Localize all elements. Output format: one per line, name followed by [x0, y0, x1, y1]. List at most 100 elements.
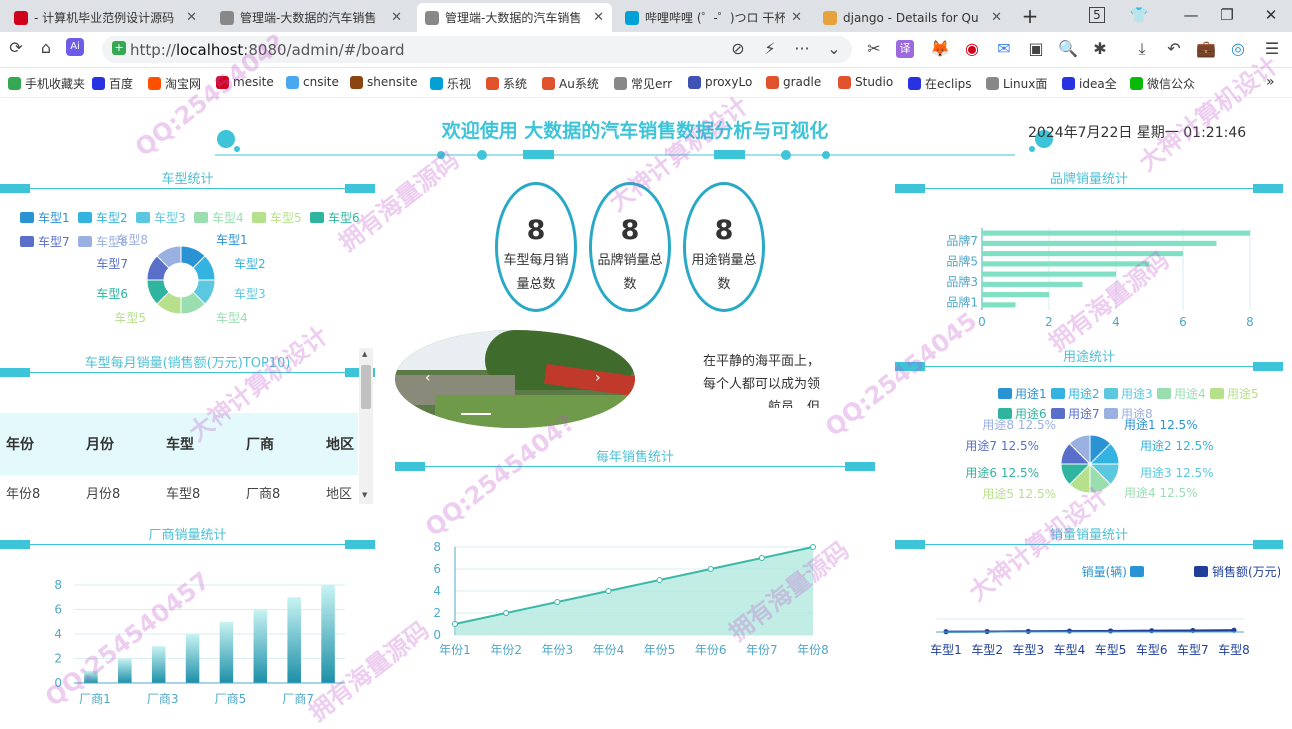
data-point[interactable] — [1066, 628, 1072, 634]
reload-icon[interactable]: ⟳ — [4, 36, 28, 60]
download-icon[interactable]: ⤓ — [1130, 37, 1154, 61]
legend-swatch[interactable] — [252, 212, 266, 223]
carousel-next-icon[interactable]: › — [595, 370, 601, 386]
bar[interactable] — [982, 240, 1217, 246]
home-icon[interactable]: ⌂ — [34, 36, 58, 60]
close-window-button[interactable]: ✕ — [1258, 3, 1284, 27]
bar[interactable] — [982, 251, 1183, 257]
data-point[interactable] — [656, 577, 663, 583]
maximize-button[interactable]: ❐ — [1214, 3, 1240, 27]
bookmark-item[interactable]: gradle — [766, 75, 821, 89]
translate-icon[interactable]: 译 — [896, 40, 914, 58]
bookmark-item[interactable]: 手机收藏夹 — [8, 75, 85, 92]
legend-swatch[interactable] — [78, 236, 92, 247]
scissors-icon[interactable]: ✂ — [862, 37, 886, 61]
bar[interactable] — [253, 609, 268, 684]
data-point[interactable] — [554, 599, 561, 605]
briefcase-icon[interactable]: 💼 — [1194, 37, 1218, 61]
zoom-icon[interactable]: 🔍 — [1056, 37, 1080, 61]
weibo-icon[interactable]: ◉ — [960, 37, 984, 61]
bar[interactable] — [982, 302, 1016, 308]
legend-swatch[interactable] — [136, 212, 150, 223]
browser-tab[interactable]: - 计算机毕业范例设计源码 ✕ — [6, 3, 205, 32]
url-text[interactable]: http://localhost:8080/admin/#/board — [130, 41, 405, 59]
bookmark-item[interactable]: 常见err — [614, 75, 672, 92]
bookmarks-overflow-icon[interactable]: » — [1266, 74, 1275, 90]
close-tab-icon[interactable]: ✕ — [791, 10, 802, 25]
data-point[interactable] — [707, 566, 714, 572]
minimize-button[interactable]: — — [1178, 3, 1204, 27]
more-icon[interactable]: ··· — [790, 37, 814, 61]
data-point[interactable] — [605, 588, 612, 594]
legend-swatch[interactable] — [1210, 388, 1224, 399]
bookmark-item[interactable]: 在eclips — [908, 75, 972, 92]
bookmark-item[interactable]: proxyLo — [688, 75, 752, 89]
bookmark-item[interactable]: Linux面 — [986, 75, 1047, 92]
carousel-indicator[interactable] — [461, 413, 491, 415]
bar[interactable] — [321, 585, 335, 683]
close-tab-icon[interactable]: ✕ — [593, 10, 604, 25]
bookmark-item[interactable]: Studio — [838, 75, 893, 89]
legend-swatch[interactable] — [310, 212, 324, 223]
legend-swatch[interactable] — [1130, 566, 1144, 577]
shirt-icon[interactable]: 👕 — [1126, 3, 1152, 27]
legend-swatch[interactable] — [78, 212, 92, 223]
close-tab-icon[interactable]: ✕ — [186, 10, 197, 25]
bar[interactable] — [84, 670, 98, 683]
bookmark-item[interactable]: cnsite — [286, 75, 339, 89]
undo-icon[interactable]: ↶ — [1162, 37, 1186, 61]
bookmark-item[interactable]: 百度 — [92, 75, 133, 92]
bar[interactable] — [982, 281, 1083, 287]
close-tab-icon[interactable]: ✕ — [991, 10, 1002, 25]
scrollbar-thumb[interactable] — [361, 365, 371, 409]
scroll-down-icon[interactable]: ▼ — [362, 491, 367, 499]
box-icon[interactable]: ▣ — [1024, 37, 1048, 61]
bar[interactable] — [982, 261, 1150, 267]
legend-swatch[interactable] — [194, 212, 208, 223]
carousel-prev-icon[interactable]: ‹ — [425, 370, 431, 386]
data-point[interactable] — [1025, 628, 1031, 634]
bookmark-item[interactable]: mesite — [216, 75, 274, 89]
table-scrollbar[interactable]: ▲ ▼ — [359, 348, 373, 504]
legend-swatch[interactable] — [1157, 388, 1171, 399]
data-point[interactable] — [503, 610, 510, 616]
data-point[interactable] — [810, 544, 816, 550]
legend-swatch[interactable] — [20, 212, 34, 223]
fox-icon[interactable]: 🦊 — [928, 37, 952, 61]
compass-icon[interactable]: ⊘ — [726, 37, 750, 61]
data-point[interactable] — [1108, 628, 1114, 634]
ai-icon[interactable]: Ai — [66, 38, 84, 56]
new-tab-button[interactable]: + — [1018, 4, 1042, 28]
bar[interactable] — [287, 597, 301, 683]
bookmark-item[interactable]: 乐视 — [430, 75, 471, 92]
data-point[interactable] — [452, 621, 458, 627]
close-tab-icon[interactable]: ✕ — [391, 10, 402, 25]
legend-swatch[interactable] — [1194, 566, 1208, 577]
tab-count-icon[interactable]: 5 — [1084, 3, 1110, 27]
browser-tab[interactable]: 管理端-大数据的汽车销售 ✕ — [417, 3, 612, 32]
browser-tab[interactable]: 哔哩哔哩 (゜-゜)つロ 干杯 ✕ — [617, 3, 810, 32]
legend-swatch[interactable] — [20, 236, 34, 247]
extensions-icon[interactable]: ✱ — [1088, 37, 1112, 61]
bookmark-item[interactable]: idea全 — [1062, 75, 1117, 92]
bar[interactable] — [982, 292, 1049, 298]
bar[interactable] — [982, 230, 1250, 236]
bookmark-item[interactable]: 淘宝网 — [148, 75, 201, 92]
carousel-image[interactable]: ‹ › — [395, 330, 635, 428]
bookmark-item[interactable]: shensite — [350, 75, 418, 89]
bar[interactable] — [118, 658, 132, 684]
data-point[interactable] — [758, 555, 765, 561]
legend-swatch[interactable] — [1051, 388, 1065, 399]
scroll-up-icon[interactable]: ▲ — [362, 350, 367, 358]
lightning-icon[interactable]: ⚡ — [758, 37, 782, 61]
mail-icon[interactable]: ✉ — [992, 37, 1016, 61]
bar[interactable] — [219, 621, 234, 683]
bookmark-item[interactable]: 微信公众 — [1130, 75, 1195, 92]
bar[interactable] — [185, 634, 200, 683]
legend-swatch[interactable] — [1104, 388, 1118, 399]
chevron-down-icon[interactable]: ⌄ — [822, 37, 846, 61]
sync-icon[interactable]: ◎ — [1226, 37, 1250, 61]
bar[interactable] — [151, 646, 166, 683]
bookmark-item[interactable]: Au系统 — [542, 75, 599, 92]
bookmark-item[interactable]: 系统 — [486, 75, 527, 92]
